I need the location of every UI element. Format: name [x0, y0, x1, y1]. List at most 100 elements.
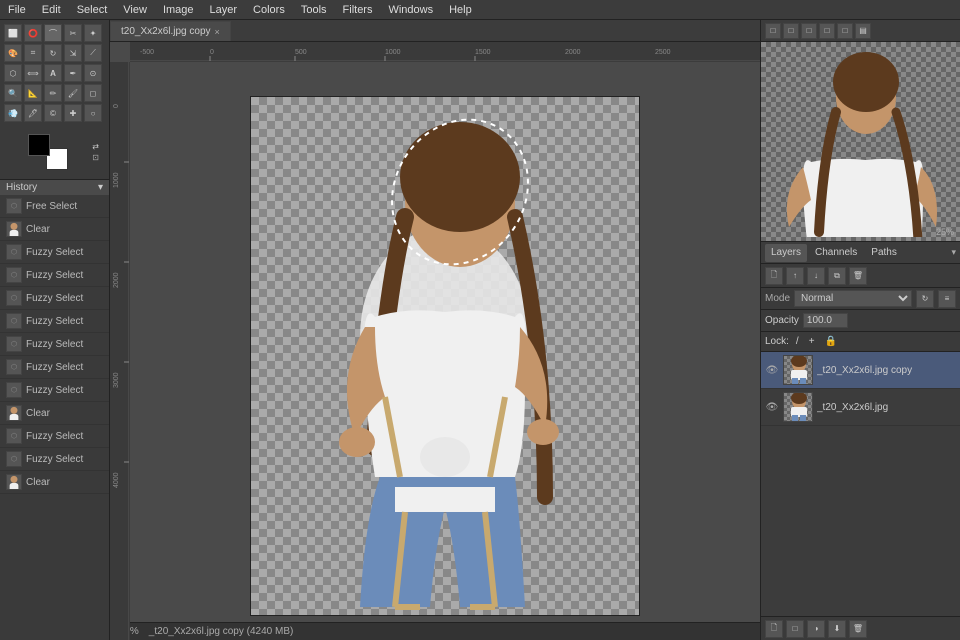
rp-icon-2[interactable]: □	[783, 23, 799, 39]
layers-panel-menu[interactable]: ▾	[951, 247, 956, 258]
history-thumb-3: ⬡	[6, 267, 22, 283]
right-panel-icons: □ □ □ □ □ ▤	[765, 23, 871, 39]
scissors-tool[interactable]: ✂	[64, 24, 82, 42]
lower-layer-btn[interactable]: ↓	[807, 267, 825, 285]
clone-tool[interactable]: ©	[44, 104, 62, 122]
opacity-input[interactable]	[803, 313, 848, 328]
duplicate-layer-btn[interactable]: ⧉	[828, 267, 846, 285]
bottom-tool-mask[interactable]: ◑	[807, 620, 825, 638]
menu-edit[interactable]: Edit	[34, 2, 69, 18]
heal-tool[interactable]: ✚	[64, 104, 82, 122]
shear-tool[interactable]: ⟋	[84, 44, 102, 62]
flip-tool[interactable]: ⟺	[24, 64, 42, 82]
rect-select-tool[interactable]: ⬜	[4, 24, 22, 42]
canvas-viewport[interactable]: -500 0 500 1000 1500 2000 2500	[110, 42, 760, 640]
color-picker-tool[interactable]: ⊙	[84, 64, 102, 82]
foreground-color[interactable]	[28, 134, 50, 156]
menu-select[interactable]: Select	[69, 2, 116, 18]
history-thumb-11: ⬡	[6, 451, 22, 467]
mode-extra-btn[interactable]: ↻	[916, 290, 934, 308]
layer-item-1[interactable]: 👁 _t20_Xx2x6l.jpg	[761, 389, 960, 426]
ink-tool[interactable]: 🖊	[24, 104, 42, 122]
mode-select[interactable]: Normal Multiply Screen Overlay	[794, 290, 912, 307]
preview-svg	[761, 42, 960, 237]
bottom-tool-delete[interactable]: 🗑	[849, 620, 867, 638]
free-select-tool[interactable]: ⌒	[44, 24, 62, 42]
menu-colors[interactable]: Colors	[245, 2, 293, 18]
fuzzy-select-tool[interactable]: ✦	[84, 24, 102, 42]
menu-file[interactable]: File	[0, 2, 34, 18]
history-menu-icon[interactable]: ▾	[98, 182, 103, 193]
eraser-tool[interactable]: ◻	[84, 84, 102, 102]
rp-icon-6[interactable]: ▤	[855, 23, 871, 39]
paintbrush-tool[interactable]: 🖌	[64, 84, 82, 102]
tab-layers[interactable]: Layers	[765, 244, 807, 262]
canvas-tab[interactable]: t20_Xx2x6l.jpg copy ×	[110, 21, 231, 41]
history-item-2[interactable]: ⬡Fuzzy Select	[0, 241, 109, 264]
canvas-tab-close[interactable]: ×	[215, 27, 220, 37]
layer-item-0[interactable]: 👁 _t20_Xx2x6l.jpg copy	[761, 352, 960, 389]
text-tool[interactable]: A	[44, 64, 62, 82]
history-item-6[interactable]: ⬡Fuzzy Select	[0, 333, 109, 356]
reset-colors-icon[interactable]: ⊡	[92, 153, 99, 162]
menu-help[interactable]: Help	[441, 2, 480, 18]
menu-filters[interactable]: Filters	[335, 2, 381, 18]
menu-image[interactable]: Image	[155, 2, 202, 18]
rotate-tool[interactable]: ↻	[44, 44, 62, 62]
menu-windows[interactable]: Windows	[380, 2, 441, 18]
lock-icon-1[interactable]: /	[793, 336, 802, 347]
history-item-8[interactable]: ⬡Fuzzy Select	[0, 379, 109, 402]
raise-layer-btn[interactable]: ↑	[786, 267, 804, 285]
select-by-color-tool[interactable]: 🎨	[4, 44, 22, 62]
ellipse-select-tool[interactable]: ⭕	[24, 24, 42, 42]
history-item-7[interactable]: ⬡Fuzzy Select	[0, 356, 109, 379]
history-label-3: Fuzzy Select	[26, 270, 83, 281]
history-item-9[interactable]: Clear	[0, 402, 109, 425]
pencil-tool[interactable]: ✏	[44, 84, 62, 102]
layer-visibility-0[interactable]: 👁	[765, 363, 779, 377]
tab-channels[interactable]: Channels	[809, 244, 863, 262]
history-item-1[interactable]: Clear	[0, 218, 109, 241]
measure-tool[interactable]: 📐	[24, 84, 42, 102]
history-item-4[interactable]: ⬡Fuzzy Select	[0, 287, 109, 310]
canvas-scroll[interactable]	[130, 62, 760, 640]
perspective-tool[interactable]: ⬡	[4, 64, 22, 82]
airbrush-tool[interactable]: 💨	[4, 104, 22, 122]
bottom-tool-new[interactable]: 🗋	[765, 620, 783, 638]
rp-icon-4[interactable]: □	[819, 23, 835, 39]
history-item-0[interactable]: ⬡Free Select	[0, 195, 109, 218]
swap-colors-icon[interactable]: ⇄	[92, 142, 99, 151]
paths-tool[interactable]: ✒	[64, 64, 82, 82]
dodge-tool[interactable]: ○	[84, 104, 102, 122]
scale-tool[interactable]: ⇲	[64, 44, 82, 62]
mode-more-btn[interactable]: ≡	[938, 290, 956, 308]
history-item-12[interactable]: Clear	[0, 471, 109, 494]
rp-icon-5[interactable]: □	[837, 23, 853, 39]
rp-icon-3[interactable]: □	[801, 23, 817, 39]
menu-tools[interactable]: Tools	[293, 2, 335, 18]
tool-row-1: ⬜ ⭕ ⌒ ✂ ✦	[4, 24, 105, 42]
history-label-1: Clear	[26, 224, 50, 235]
menu-view[interactable]: View	[115, 2, 155, 18]
new-layer-btn[interactable]: 🗋	[765, 267, 783, 285]
history-item-5[interactable]: ⬡Fuzzy Select	[0, 310, 109, 333]
bottom-tool-merge[interactable]: ⬇	[828, 620, 846, 638]
history-item-3[interactable]: ⬡ Fuzzy Select	[0, 264, 109, 287]
lock-icon-3[interactable]: 🔒	[822, 336, 840, 347]
color-boxes[interactable]	[28, 134, 68, 170]
layers-lock-row: Lock: / + 🔒	[761, 332, 960, 352]
rp-icon-1[interactable]: □	[765, 23, 781, 39]
history-label-4: Fuzzy Select	[26, 293, 83, 304]
tab-paths[interactable]: Paths	[865, 244, 903, 262]
bottom-tool-group[interactable]: □	[786, 620, 804, 638]
delete-layer-btn[interactable]: 🗑	[849, 267, 867, 285]
tool-row-5: 💨 🖊 © ✚ ○	[4, 104, 105, 122]
lock-icon-2[interactable]: +	[806, 336, 818, 347]
layer-visibility-1[interactable]: 👁	[765, 400, 779, 414]
zoom-tool[interactable]: 🔍	[4, 84, 22, 102]
history-item-10[interactable]: ⬡Fuzzy Select	[0, 425, 109, 448]
crop-tool[interactable]: ⌗	[24, 44, 42, 62]
canvas-tab-label: t20_Xx2x6l.jpg copy	[121, 26, 211, 37]
history-item-11[interactable]: ⬡Fuzzy Select	[0, 448, 109, 471]
menu-layer[interactable]: Layer	[202, 2, 246, 18]
